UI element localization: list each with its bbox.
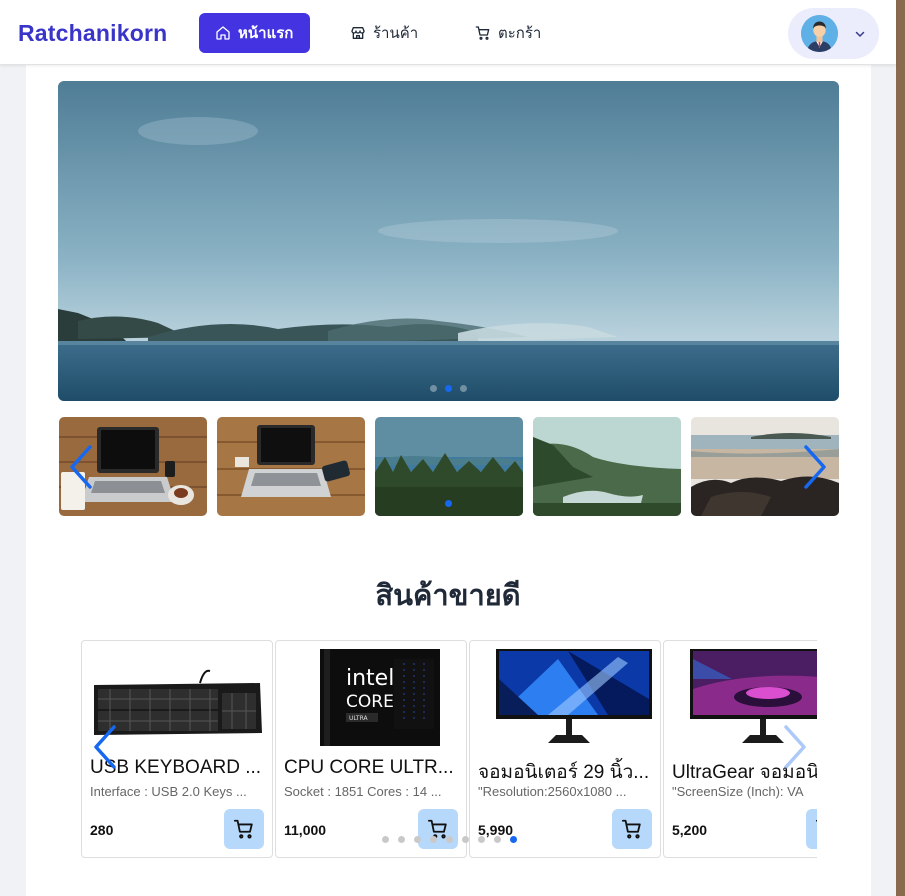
cart-icon xyxy=(233,819,253,839)
product-description: Socket : 1851 Cores : 14 ... xyxy=(284,784,442,799)
product-card[interactable]: จอมอนิเตอร์ 29 นิ้ว... "Resolution:2560x… xyxy=(469,640,661,858)
product-page-dot[interactable] xyxy=(462,836,469,843)
product-page-dot[interactable] xyxy=(430,836,437,843)
product-page-dot[interactable] xyxy=(478,836,485,843)
svg-text:intel: intel xyxy=(346,666,394,691)
svg-text:CORE: CORE xyxy=(346,692,394,712)
window-edge xyxy=(896,0,905,896)
product-page-dot[interactable] xyxy=(446,836,453,843)
chevron-left-icon xyxy=(70,445,92,489)
nav-cart-button[interactable]: ตะกร้า xyxy=(459,13,557,53)
product-price: 5,200 xyxy=(672,822,708,838)
top-navbar: Ratchanikorn หน้าแรก ร้านค้า ตะกร้า xyxy=(0,0,896,65)
add-to-cart-button[interactable] xyxy=(806,809,817,849)
user-avatar xyxy=(801,15,838,52)
product-page-dot[interactable] xyxy=(382,836,389,843)
brand-logo[interactable]: Ratchanikorn xyxy=(18,20,167,47)
product-name[interactable]: จอมอนิเตอร์ 29 นิ้ว... xyxy=(478,757,654,787)
thumbnail-laptop-phone[interactable] xyxy=(217,417,365,516)
hero-dot-active[interactable] xyxy=(445,385,452,392)
product-name[interactable]: CPU CORE ULTR... xyxy=(284,757,460,779)
product-description: "Resolution:2560x1080 ... xyxy=(478,784,627,799)
product-page-dot[interactable] xyxy=(414,836,421,843)
cart-icon xyxy=(475,26,490,40)
nav-home-label: หน้าแรก xyxy=(238,25,294,42)
thumbnails-prev-arrow[interactable] xyxy=(66,444,96,490)
hero-dot-next[interactable] xyxy=(460,385,467,392)
cart-icon xyxy=(815,819,817,822)
product-image-cpu: intel CORE ULTRA xyxy=(284,649,458,746)
chevron-left-icon xyxy=(94,725,116,769)
user-menu-button[interactable] xyxy=(788,8,879,59)
thumbnail-forest-lake[interactable] xyxy=(375,417,523,516)
product-page-dot[interactable] xyxy=(398,836,405,843)
cart-icon xyxy=(621,819,641,839)
product-description: "ScreenSize (Inch): VA xyxy=(672,784,804,799)
product-page-dot-active[interactable] xyxy=(510,836,517,843)
svg-text:ULTRA: ULTRA xyxy=(349,715,368,722)
product-page-dot[interactable] xyxy=(494,836,501,843)
store-icon xyxy=(351,27,365,39)
products-next-arrow[interactable] xyxy=(780,724,810,770)
add-to-cart-button[interactable] xyxy=(612,809,652,849)
hero-image-sea xyxy=(58,81,839,401)
thumbnail-river-valley[interactable] xyxy=(533,417,681,516)
chevron-right-icon xyxy=(784,725,806,769)
product-description: Interface : USB 2.0 Keys ... xyxy=(90,784,247,799)
nav-store-button[interactable]: ร้านค้า xyxy=(334,13,434,53)
product-carousel: USB KEYBOARD ... Interface : USB 2.0 Key… xyxy=(81,640,817,860)
product-image-monitor xyxy=(478,649,652,746)
product-price: 280 xyxy=(90,822,114,838)
product-price: 11,000 xyxy=(284,822,327,838)
products-prev-arrow[interactable] xyxy=(90,724,120,770)
thumbnails-next-arrow[interactable] xyxy=(800,444,830,490)
product-card[interactable]: intel CORE ULTRA CPU CORE ULTR... Socket… xyxy=(275,640,467,858)
chevron-down-icon xyxy=(855,31,865,37)
hero-dot-prev[interactable] xyxy=(430,385,437,392)
nav-cart-label: ตะกร้า xyxy=(498,25,542,42)
chevron-right-icon xyxy=(804,445,826,489)
add-to-cart-button[interactable] xyxy=(418,809,458,849)
bestsellers-title: สินค้าขายดี xyxy=(375,580,521,612)
add-to-cart-button[interactable] xyxy=(224,809,264,849)
thumbnail-dot xyxy=(445,500,452,507)
nav-home-button[interactable]: หน้าแรก xyxy=(199,13,310,53)
hero-banner[interactable] xyxy=(58,81,839,401)
home-icon xyxy=(216,26,230,40)
nav-store-label: ร้านค้า xyxy=(373,25,419,42)
